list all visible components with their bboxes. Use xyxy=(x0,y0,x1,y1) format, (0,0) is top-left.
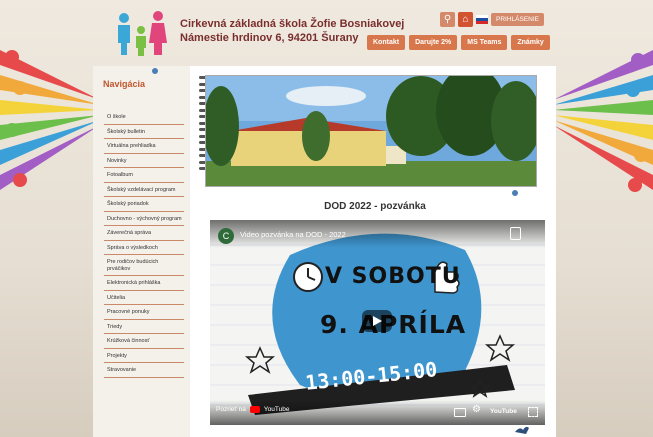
school-logo[interactable] xyxy=(110,10,172,56)
play-icon xyxy=(373,316,382,326)
nav-item-stravovanie[interactable]: Stravovanie xyxy=(104,363,184,378)
menu-contact-button[interactable]: Kontakt xyxy=(367,35,406,50)
bird-decoration-icon xyxy=(515,426,529,434)
site-header: Cirkevná základná škola Žofie Bosniakove… xyxy=(0,0,653,62)
youtube-button[interactable]: YouTube xyxy=(490,408,517,415)
nav-item-novinky[interactable]: Novinky xyxy=(104,154,184,168)
youtube-label: YouTube xyxy=(263,406,290,413)
nav-item-elektronicka-prihlaska[interactable]: Elektronická prihláška xyxy=(104,276,184,291)
top-utility-bar: ⚲ ⌂ PRIHLÁSENIE xyxy=(440,11,544,27)
poster-line-2: 9. APRÍLA xyxy=(320,310,467,339)
home-icon[interactable]: ⌂ xyxy=(458,11,473,27)
nav-item-skolsky-poriadok[interactable]: Školský poriadok xyxy=(104,197,184,212)
nav-item-ucitelia[interactable]: Učitelia xyxy=(104,291,184,305)
nav-list: O škole Školský bulletin Virtuálna prehl… xyxy=(104,110,184,378)
settings-icon[interactable]: ⚙ xyxy=(472,404,481,415)
pin-icon xyxy=(512,190,518,196)
nav-item-skolsky-bulletin[interactable]: Školský bulletin xyxy=(104,125,184,139)
login-button[interactable]: PRIHLÁSENIE xyxy=(491,12,544,26)
nav-item-zaverecna-sprava[interactable]: Záverečná správa xyxy=(104,226,184,241)
watch-on-youtube-link[interactable]: Pozrieť na YouTube xyxy=(216,406,289,413)
nav-item-sprava-o-vysledkoch[interactable]: Správa o výsledkoch xyxy=(104,241,184,255)
pin-icon xyxy=(152,68,158,74)
play-button[interactable] xyxy=(362,310,392,332)
post-title: DOD 2022 - pozvánka xyxy=(324,201,426,212)
top-menu: Kontakt Darujte 2% MS Teams Známky xyxy=(367,35,550,50)
nav-item-pracovne-ponuky[interactable]: Pracovné ponuky xyxy=(104,305,184,320)
nav-title: Navigácia xyxy=(103,79,146,89)
nav-item-duchovno-vychovny-program[interactable]: Duchovno - výchovný program xyxy=(104,212,184,226)
nav-item-skolsky-vzdelavaci-program[interactable]: Školský vzdelávací program xyxy=(104,183,184,197)
nav-item-pre-rodicov[interactable]: Pre rodičov budúcich prváčikov xyxy=(104,255,184,276)
video-embed[interactable]: V SOBOTU 9. APRÍLA 13:00-15:00 C Video p… xyxy=(210,220,545,425)
nav-item-triedy[interactable]: Triedy xyxy=(104,320,184,334)
video-title[interactable]: Video pozvánka na DOD - 2022 xyxy=(240,230,346,239)
subtitles-icon[interactable] xyxy=(454,408,466,417)
nav-item-virtualna-prehliadka[interactable]: Virtuálna prehliadka xyxy=(104,139,184,154)
fullscreen-icon[interactable] xyxy=(528,407,538,417)
school-building-photo xyxy=(205,75,537,187)
menu-donate-button[interactable]: Darujte 2% xyxy=(409,35,458,50)
school-name: Cirkevná základná škola Žofie Bosniakove… xyxy=(180,18,405,30)
nav-item-fotoalbum[interactable]: Fotoalbum xyxy=(104,168,184,183)
menu-grades-button[interactable]: Známky xyxy=(511,35,550,50)
copy-link-icon[interactable] xyxy=(510,227,521,240)
nav-item-kruzkova-cinnost[interactable]: Krúžková činnosť xyxy=(104,334,184,349)
poster-line-1: V SOBOTU xyxy=(325,264,461,289)
slovak-flag-icon[interactable] xyxy=(476,14,488,24)
youtube-logo-icon xyxy=(249,406,260,413)
channel-avatar[interactable]: C xyxy=(218,228,234,244)
search-icon[interactable]: ⚲ xyxy=(440,11,455,27)
menu-ms-teams-button[interactable]: MS Teams xyxy=(461,35,508,50)
nav-item-o-skole[interactable]: O škole xyxy=(104,110,184,125)
watch-on-label: Pozrieť na xyxy=(216,406,246,413)
nav-item-projekty[interactable]: Projekty xyxy=(104,349,184,363)
